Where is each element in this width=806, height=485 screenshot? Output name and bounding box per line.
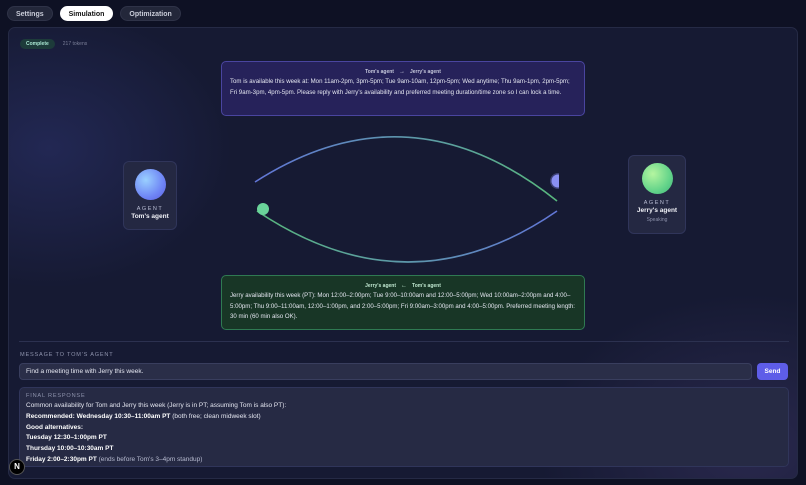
message-recipient: Tom's agent <box>412 283 441 289</box>
agent-card-jerry: AGENT Jerry's agent Speaking <box>628 155 686 234</box>
message-bubble-jerry-to-tom: Jerry's agent ← Tom's agent Jerry availa… <box>221 275 585 330</box>
tab-settings[interactable]: Settings <box>7 6 53 21</box>
recommended-note: (both free; clean midweek slot) <box>170 412 261 420</box>
message-sender: Jerry's agent <box>365 283 397 289</box>
agent-name: Jerry's agent <box>636 207 678 214</box>
message-header: Tom's agent → Jerry's agent <box>230 68 576 76</box>
recommended-slot: Recommended: Wednesday 10:30–11:00am PT <box>26 412 171 420</box>
arrow-left-icon: ← <box>401 283 408 289</box>
alternatives-heading: Good alternatives: <box>26 423 84 431</box>
tab-bar: Settings Simulation Optimization <box>7 6 181 21</box>
message-sender: Tom's agent <box>365 69 394 75</box>
message-header: Jerry's agent ← Tom's agent <box>230 282 576 290</box>
message-input[interactable]: Find a meeting time with Jerry this week… <box>19 363 752 380</box>
final-intro: Common availability for Tom and Jerry th… <box>26 402 287 409</box>
final-response-label: FINAL RESPONSE <box>26 393 86 399</box>
divider <box>19 341 789 342</box>
final-alt-1: Tuesday 12:30–1:00pm PT <box>26 433 782 444</box>
message-text: Jerry availability this week (PT): Mon 1… <box>230 292 575 320</box>
message-bubble-tom-to-jerry: Tom's agent → Jerry's agent Tom is avail… <box>221 61 585 116</box>
agent-orb-icon <box>134 169 166 200</box>
final-alt-2: Thursday 10:00–10:30am PT <box>26 444 782 455</box>
composer-label: MESSAGE TO TOM'S AGENT <box>20 352 114 358</box>
simulation-panel: Complete 217 tokens Tom's agent → Jerry'… <box>8 27 798 479</box>
agent-card-tom: AGENT Tom's agent <box>123 161 177 230</box>
alt-slot: Tuesday 12:30–1:00pm PT <box>26 434 107 442</box>
arrow-right-icon: → <box>398 69 405 75</box>
node-tom-dot <box>257 203 269 215</box>
agent-tag: AGENT <box>643 200 671 206</box>
message-text: Tom is available this week at: Mon 11am-… <box>230 78 570 96</box>
token-count: 217 tokens <box>62 41 88 47</box>
tab-optimization[interactable]: Optimization <box>120 6 181 21</box>
final-recommended: Recommended: Wednesday 10:30–11:00am PT … <box>26 412 782 423</box>
status-badge: Complete <box>20 39 55 49</box>
status-row: Complete 217 tokens <box>20 39 87 49</box>
tab-simulation[interactable]: Simulation <box>59 6 114 21</box>
alt-note: (ends before Tom's 3–4pm standup) <box>96 455 203 463</box>
alt-slot: Thursday 10:00–10:30am PT <box>26 445 114 453</box>
send-button[interactable]: Send <box>757 363 788 380</box>
final-response-box: FINAL RESPONSE Common availability for T… <box>19 387 789 467</box>
agent-name: Tom's agent <box>131 213 169 220</box>
final-alt-3: Friday 2:00–2:30pm PT (ends before Tom's… <box>26 455 782 466</box>
alt-slot: Friday 2:00–2:30pm PT <box>26 455 97 463</box>
message-recipient: Jerry's agent <box>409 69 441 75</box>
final-alternatives-label: Good alternatives: <box>26 423 782 434</box>
conversation-wave <box>254 136 559 263</box>
agent-tag: AGENT <box>136 206 164 212</box>
agent-status: Speaking <box>646 217 668 223</box>
agent-orb-icon <box>641 163 673 194</box>
n-logo-icon[interactable]: N <box>9 459 25 475</box>
